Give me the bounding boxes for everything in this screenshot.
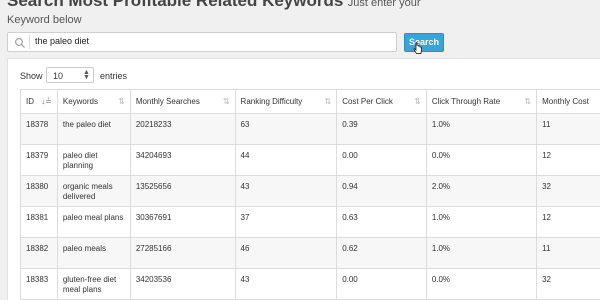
table-row: 18382 paleo meals 27285166 46 0.62 1.0% … bbox=[20, 237, 600, 269]
results-panel: Show 10 ▲ ▼ entries ID ↓≟ Keywords ⇅ Monthl… bbox=[7, 58, 600, 300]
entries-label: entries bbox=[100, 71, 128, 81]
cell-monthly-searches: 34203536 bbox=[129, 268, 236, 300]
cell-click-through-rate: 1.0% bbox=[425, 237, 538, 269]
page-header: Search Most Profitable Related Keywords … bbox=[7, 0, 427, 28]
cell-ranking-difficulty: 46 bbox=[234, 237, 338, 269]
cell-id: 18383 bbox=[20, 268, 58, 300]
cell-keyword: paleo diet planning bbox=[56, 144, 131, 176]
cell-ranking-difficulty: 43 bbox=[234, 175, 338, 207]
hand-cursor-icon bbox=[413, 42, 422, 54]
cell-id: 18382 bbox=[20, 237, 58, 269]
cell-click-through-rate: 1.0% bbox=[425, 113, 538, 145]
sort-icon: ⇅ bbox=[524, 97, 532, 106]
cell-cost-per-click: 0.39 bbox=[336, 113, 427, 145]
page-subtitle-line2: Keyword below bbox=[7, 14, 82, 26]
search-button[interactable]: Search bbox=[404, 33, 444, 52]
search-icon bbox=[15, 38, 25, 48]
cell-monthly-cost: 11 bbox=[536, 237, 600, 269]
cell-ranking-difficulty: 43 bbox=[234, 268, 338, 300]
cell-monthly-cost: 32 bbox=[536, 268, 600, 300]
cell-monthly-cost: 12 bbox=[536, 206, 600, 238]
cell-cost-per-click: 0.62 bbox=[336, 237, 427, 269]
show-label: Show bbox=[20, 71, 43, 81]
cell-id: 18378 bbox=[20, 113, 58, 145]
column-header-keywords[interactable]: Keywords ⇅ bbox=[56, 89, 131, 114]
table-row: 18383 gluten-free diet meal plans 342035… bbox=[20, 268, 600, 300]
cell-cost-per-click: 0.63 bbox=[336, 206, 427, 238]
cell-ranking-difficulty: 63 bbox=[234, 113, 338, 145]
sort-icon: ⇅ bbox=[222, 97, 230, 106]
cell-monthly-searches: 34204693 bbox=[129, 144, 236, 176]
cell-id: 18381 bbox=[20, 206, 58, 238]
table-row: 18381 paleo meal plans 30367691 37 0.63 … bbox=[20, 206, 600, 238]
sort-asc-icon: ↓≟ bbox=[41, 97, 52, 106]
page-title: Search Most Profitable Related Keywords bbox=[7, 0, 344, 10]
table-row: 18379 paleo diet planning 34204693 44 0.… bbox=[20, 144, 600, 176]
select-arrows-icon: ▲ ▼ bbox=[83, 69, 90, 81]
cell-click-through-rate: 2.0% bbox=[425, 175, 538, 207]
cell-click-through-rate: 1.0% bbox=[425, 206, 538, 238]
column-header-monthly-cost[interactable]: Monthly Cost bbox=[536, 89, 600, 114]
table-row: 18378 the paleo diet 20218233 63 0.39 1.… bbox=[20, 113, 600, 145]
cell-monthly-cost: 32 bbox=[536, 175, 600, 207]
cell-id: 18379 bbox=[20, 144, 58, 176]
sort-icon: ⇅ bbox=[118, 97, 125, 106]
cell-cost-per-click: 0.00 bbox=[336, 268, 427, 300]
column-header-ranking-difficulty[interactable]: Ranking Difficulty ⇅ bbox=[234, 89, 338, 114]
cell-cost-per-click: 0.00 bbox=[336, 144, 427, 176]
cell-keyword: organic meals delivered bbox=[56, 175, 131, 207]
search-value[interactable]: the paleo diet bbox=[35, 36, 89, 46]
cell-click-through-rate: 0.0% bbox=[425, 268, 538, 300]
sort-icon: ⇅ bbox=[324, 97, 332, 106]
cell-monthly-searches: 13525656 bbox=[129, 175, 236, 207]
table-row: 18380 organic meals delivered 13525656 4… bbox=[20, 175, 600, 207]
cell-ranking-difficulty: 44 bbox=[234, 144, 338, 176]
cell-monthly-searches: 20218233 bbox=[129, 113, 236, 145]
column-header-click-through-rate[interactable]: Click Through Rate ⇅ bbox=[425, 89, 538, 114]
cell-keyword: paleo meals bbox=[56, 237, 131, 269]
cell-monthly-cost: 11 bbox=[536, 113, 600, 145]
column-header-cost-per-click[interactable]: Cost Per Click ⇅ bbox=[336, 89, 427, 114]
cell-monthly-searches: 27285166 bbox=[129, 237, 236, 269]
column-header-monthly-searches[interactable]: Monthly Searches ⇅ bbox=[129, 89, 236, 114]
cell-keyword: paleo meal plans bbox=[56, 206, 131, 238]
search-divider bbox=[29, 35, 30, 49]
cell-id: 18380 bbox=[20, 175, 58, 207]
cell-cost-per-click: 0.94 bbox=[336, 175, 427, 207]
entries-select[interactable]: 10 ▲ ▼ bbox=[46, 67, 94, 83]
cell-monthly-searches: 30367691 bbox=[129, 206, 236, 238]
sort-icon: ⇅ bbox=[414, 97, 421, 106]
cell-keyword: the paleo diet bbox=[56, 113, 131, 145]
cell-click-through-rate: 0.0% bbox=[425, 144, 538, 176]
cell-ranking-difficulty: 37 bbox=[234, 206, 338, 238]
cell-keyword: gluten-free diet meal plans bbox=[56, 268, 131, 300]
page-subtitle: Just enter your bbox=[347, 0, 421, 9]
keywords-table: ID ↓≟ Keywords ⇅ Monthly Searches ⇅ Ranking… bbox=[20, 89, 600, 300]
search-input[interactable]: the paleo diet bbox=[7, 32, 397, 52]
cell-monthly-cost: 12 bbox=[536, 144, 600, 176]
column-header-id[interactable]: ID ↓≟ bbox=[20, 89, 58, 114]
entries-value: 10 bbox=[53, 71, 64, 81]
